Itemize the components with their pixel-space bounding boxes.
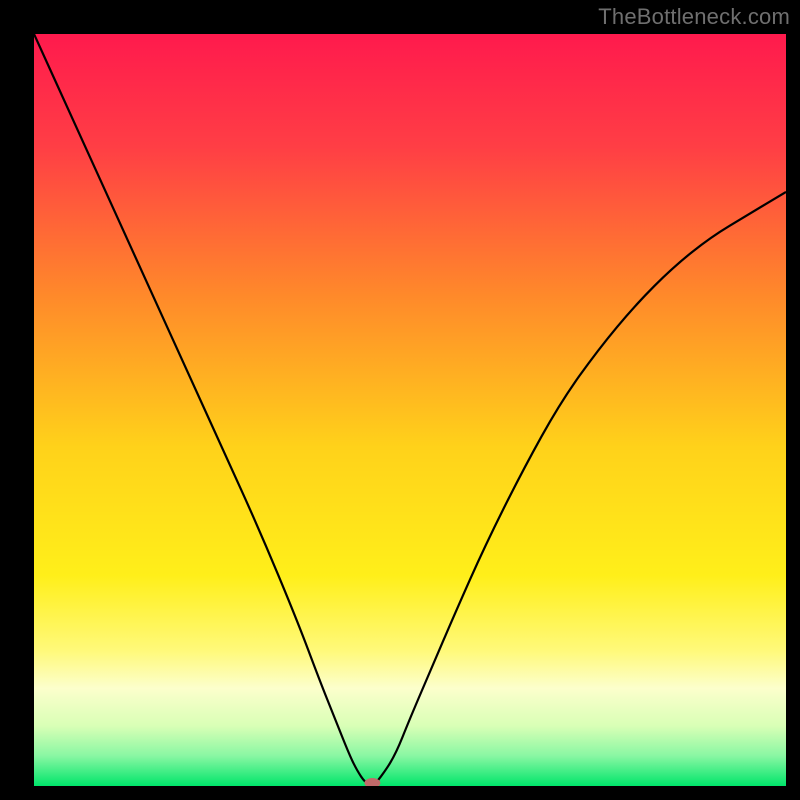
chart-frame: TheBottleneck.com: [0, 0, 800, 800]
gradient-background: [34, 34, 786, 786]
plot-area: [34, 34, 786, 786]
bottleneck-chart: [34, 34, 786, 786]
watermark-text: TheBottleneck.com: [598, 4, 790, 30]
